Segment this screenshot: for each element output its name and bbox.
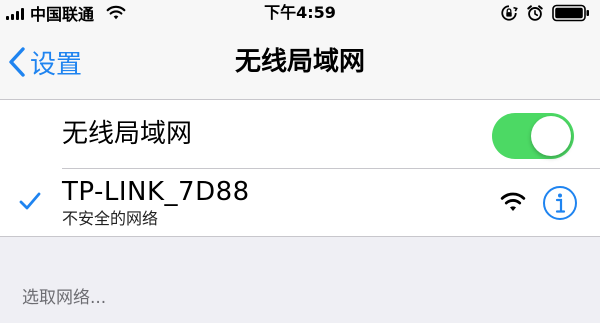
wifi-settings-screen: 中国联通 下午4:59 设置 无线局域网 无线局域网 TP-LINK_7D88 … [0,0,600,323]
navigation-bar: 设置 无线局域网 [0,26,600,100]
status-bar-right [500,2,590,24]
back-button[interactable]: 设置 [8,40,82,84]
battery-icon [552,4,589,22]
wifi-signal-icon [500,192,526,211]
wifi-toggle-label: 无线局域网 [62,119,193,149]
back-button-label: 设置 [30,49,83,80]
network-security-label: 不安全的网络 [62,209,159,228]
wifi-settings-group: 无线局域网 TP-LINK_7D88 不安全的网络 [0,100,600,237]
status-bar: 中国联通 下午4:59 [0,0,600,26]
current-network-row[interactable]: TP-LINK_7D88 不安全的网络 [0,169,600,236]
choose-network-header: 选取网络... [22,288,107,308]
wifi-toggle-row: 无线局域网 [0,100,600,168]
wifi-toggle-switch[interactable] [492,113,574,159]
checkmark-icon [19,192,41,210]
info-icon[interactable] [542,185,578,221]
chevron-left-icon [9,47,25,77]
orientation-lock-icon [501,5,518,21]
network-name: TP-LINK_7D88 [62,177,250,207]
switch-knob [531,116,571,156]
page-title: 无线局域网 [234,47,365,77]
alarm-icon [527,5,543,21]
